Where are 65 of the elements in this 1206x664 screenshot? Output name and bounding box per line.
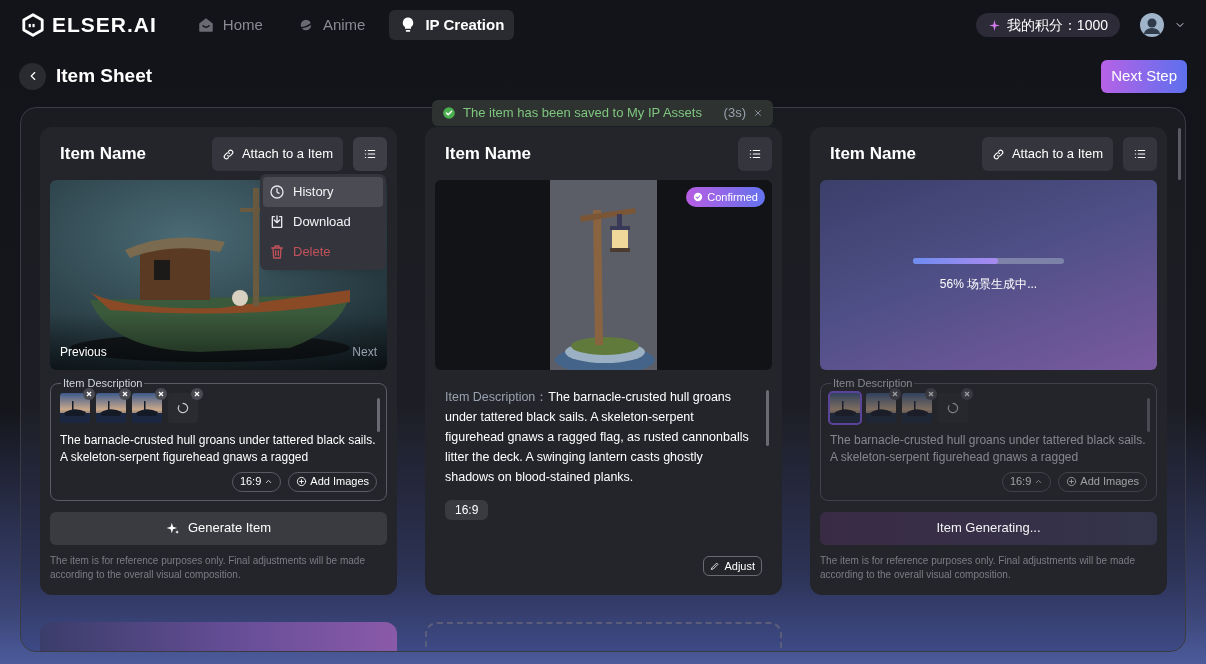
check-circle-icon xyxy=(442,106,456,120)
spinner-icon xyxy=(946,400,960,415)
remove-icon[interactable] xyxy=(155,387,167,400)
ratio-tag: 16:9 xyxy=(445,500,489,520)
list-icon xyxy=(363,147,377,161)
back-button[interactable] xyxy=(19,62,46,90)
progress-label: 56% 场景生成中... xyxy=(938,276,1039,293)
check-circle-icon xyxy=(693,192,704,202)
confirmed-badge: Confirmed xyxy=(686,187,765,207)
close-icon[interactable] xyxy=(753,108,763,118)
card-title: Item Name xyxy=(829,143,917,166)
description-text: The barnacle-crusted hull groans under tattered black sails. A skeleton-serpent figurehead gnaws a ragged xyxy=(830,431,1147,466)
house-icon xyxy=(196,16,215,34)
attach-button[interactable]: Attach to a Item xyxy=(211,137,343,171)
link-icon xyxy=(991,147,1005,161)
field-label: Item Description xyxy=(62,376,144,391)
scrollbar[interactable] xyxy=(1178,128,1181,180)
nav-tab[interactable]: Anime xyxy=(286,10,376,40)
pen-icon xyxy=(710,561,721,571)
card-title: Item Name xyxy=(59,143,147,166)
points-badge: 我的积分：1000 xyxy=(975,13,1120,37)
nav-tab[interactable]: IP Creation xyxy=(389,10,515,40)
menu-button[interactable] xyxy=(353,137,387,171)
avatar[interactable] xyxy=(1140,13,1164,37)
next-button[interactable]: Next xyxy=(352,343,377,361)
list-icon xyxy=(748,147,762,161)
remove-icon[interactable] xyxy=(83,387,95,400)
trash-icon xyxy=(269,244,285,260)
sparkle-icon xyxy=(987,18,1001,32)
plus-circle-icon xyxy=(1066,476,1078,487)
menu-item[interactable]: Download xyxy=(263,207,383,237)
download-icon xyxy=(269,214,285,230)
plus-circle-icon xyxy=(296,476,308,487)
menu-button[interactable] xyxy=(1123,137,1157,171)
nav-tab[interactable]: Home xyxy=(186,10,273,40)
countdown-text: (3s) xyxy=(723,104,746,123)
chevron-up-icon xyxy=(264,477,274,486)
remove-icon[interactable] xyxy=(191,387,203,400)
page-title: Item Sheet xyxy=(56,63,153,88)
menu-button[interactable] xyxy=(738,137,772,171)
hexagon-logo-icon xyxy=(20,12,46,38)
sparkles-icon xyxy=(165,521,180,535)
chevron-up-icon xyxy=(1034,477,1044,486)
link-icon xyxy=(221,147,235,161)
menu-item[interactable]: History xyxy=(263,177,383,207)
generating-button[interactable]: Item Generating... xyxy=(820,511,1157,545)
toast-message: The item has been saved to My IP Assets xyxy=(463,104,703,123)
attach-button[interactable]: Attach to a Item xyxy=(981,137,1113,171)
scrollbar[interactable] xyxy=(377,397,380,432)
card-title: Item Name xyxy=(444,143,532,166)
clock-icon xyxy=(269,184,285,200)
spinner-icon xyxy=(176,400,190,415)
description-text: The barnacle-crusted hull groans under tattered black sails. A skeleton-serpent figurehead gnaws a ragged xyxy=(60,431,377,466)
field-label: Item Description xyxy=(832,376,914,391)
generate-button[interactable]: Generate Item xyxy=(50,511,387,545)
adjust-button[interactable]: Adjust xyxy=(703,556,762,576)
list-icon xyxy=(1133,147,1147,161)
previous-button[interactable]: Previous xyxy=(60,343,107,361)
disclaimer-text: The item is for reference purposes only. Final adjustments will be made according to the overall visual composition. xyxy=(820,553,1136,582)
description-text: Item Description：The barnacle-crusted hull groans under tattered black sails. A skeleton-serpent figurehead gnaws a ragged flag, as rusted cannonballs litter the deck. A swinging lantern casts ghostly shadows on blood-stained planks. xyxy=(445,389,750,486)
disclaimer-text: The item is for reference purposes only. Final adjustments will be made according to the overall visual composition. xyxy=(50,553,366,582)
scrollbar[interactable] xyxy=(766,390,769,446)
logo-text: ELSER.AI xyxy=(52,12,157,39)
next-step-button[interactable]: Next Step xyxy=(1101,59,1187,93)
remove-icon[interactable] xyxy=(119,387,131,400)
